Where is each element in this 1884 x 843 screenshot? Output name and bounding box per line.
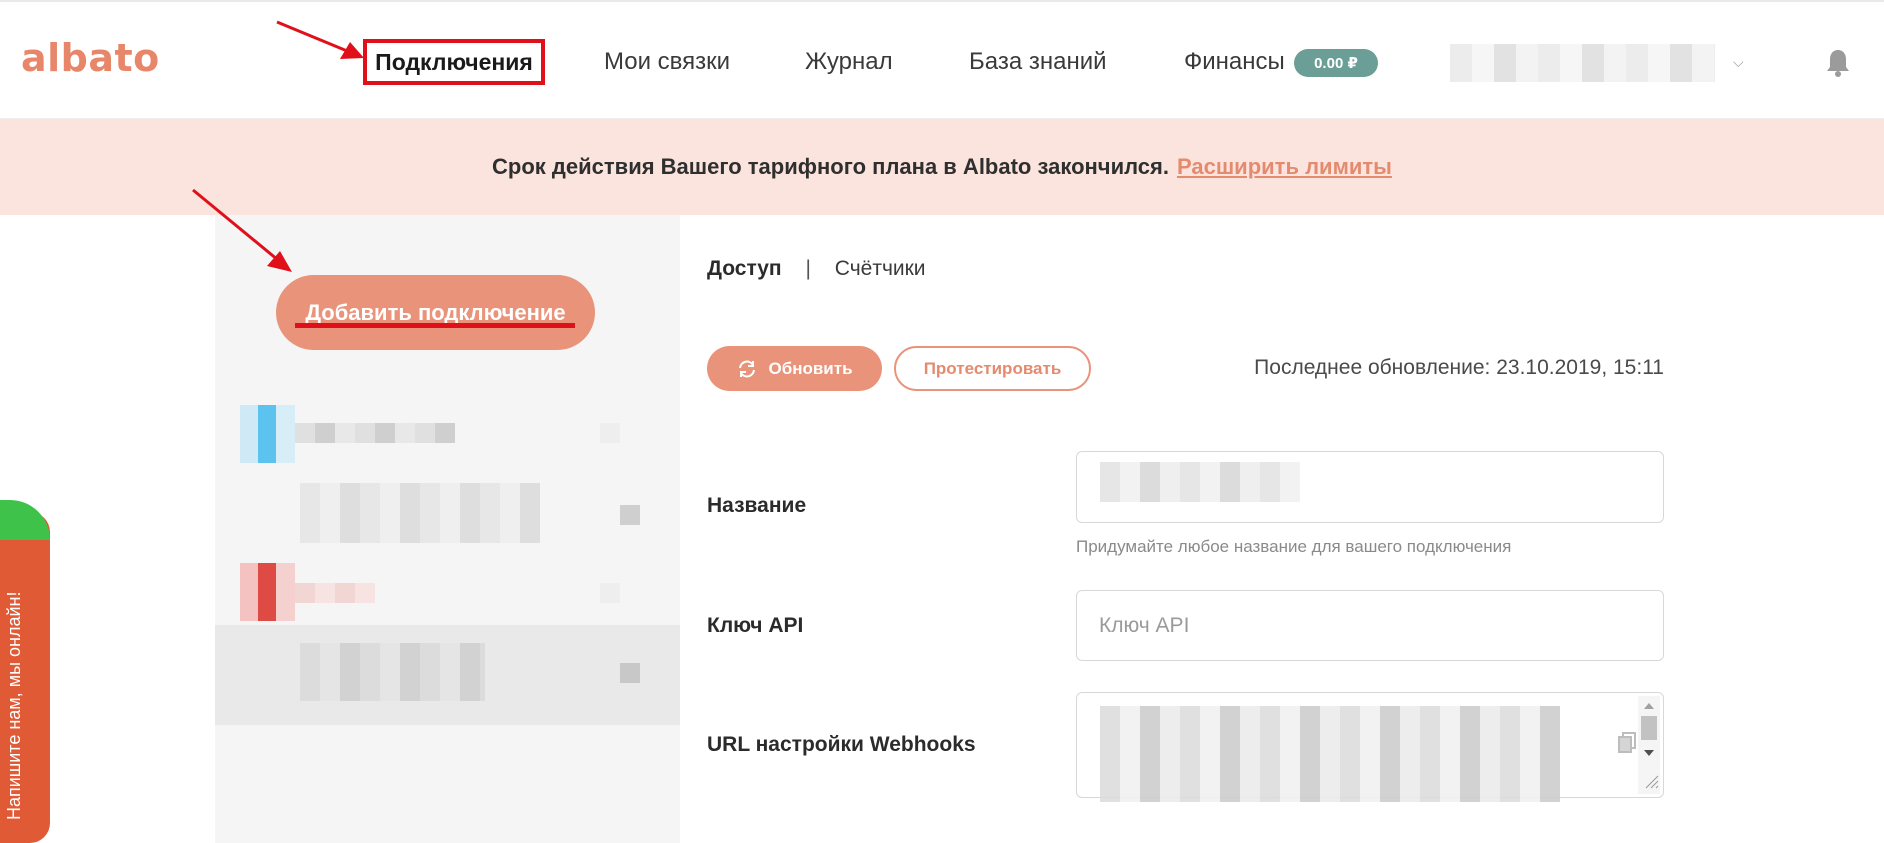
- nav-connections-label: Подключения: [375, 48, 533, 75]
- last-update-text: Последнее обновление: 23.10.2019, 15:11: [1254, 356, 1664, 379]
- connections-sidebar: Добавить подключение: [215, 215, 680, 843]
- user-account-blurred[interactable]: [1450, 44, 1715, 82]
- banner-text: Срок действия Вашего тарифного плана в A…: [492, 154, 1169, 179]
- nav-connections[interactable]: Подключения: [363, 39, 545, 85]
- name-hint: Придумайте любое название для вашего под…: [1076, 537, 1512, 556]
- test-button[interactable]: Протестировать: [894, 346, 1091, 391]
- test-label: Протестировать: [923, 358, 1062, 378]
- top-header: albato Подключения Мои связки Журнал Баз…: [0, 0, 1884, 119]
- refresh-label: Обновить: [768, 358, 853, 378]
- nav-finances[interactable]: Финансы: [1184, 48, 1285, 76]
- tab-access[interactable]: Доступ: [707, 257, 782, 280]
- connection-toggle-blurred[interactable]: [620, 663, 640, 683]
- webhooks-url-blurred: [1100, 706, 1560, 802]
- connection-icon-blurred: [240, 563, 295, 621]
- tab-separator: |: [805, 257, 811, 280]
- balance-badge[interactable]: 0.00 ₽: [1294, 49, 1378, 77]
- add-connection-button[interactable]: Добавить подключение: [276, 275, 595, 350]
- online-indicator: [0, 500, 50, 540]
- connection-name-blurred[interactable]: [295, 583, 375, 603]
- albato-logo[interactable]: albato: [21, 36, 160, 80]
- chevron-down-icon[interactable]: ⌵: [1733, 54, 1744, 71]
- chat-widget-label[interactable]: Напишите нам, мы онлайн!: [4, 592, 25, 820]
- nav-my-links[interactable]: Мои связки: [604, 48, 730, 76]
- nav-journal[interactable]: Журнал: [805, 48, 893, 76]
- plan-expired-banner: Срок действия Вашего тарифного плана в A…: [0, 119, 1884, 215]
- connection-name-blurred[interactable]: [295, 423, 455, 443]
- copy-icon[interactable]: [1618, 732, 1636, 754]
- connection-tabs: Доступ | Счётчики: [707, 257, 926, 281]
- add-connection-label: Добавить подключение: [305, 299, 566, 325]
- api-key-input[interactable]: [1076, 590, 1664, 661]
- connection-icon-blurred: [240, 405, 295, 463]
- connection-detail-blurred: [300, 483, 540, 543]
- textarea-scrollbar[interactable]: [1638, 696, 1660, 794]
- nav-knowledge-base[interactable]: База знаний: [969, 48, 1107, 76]
- tab-counters[interactable]: Счётчики: [835, 257, 926, 280]
- bell-icon[interactable]: [1825, 48, 1851, 78]
- name-value-blurred: [1100, 462, 1300, 502]
- connection-actions-blurred[interactable]: [600, 423, 645, 443]
- webhooks-url-label: URL настройки Webhooks: [707, 733, 976, 756]
- connection-toggle-blurred[interactable]: [620, 505, 640, 525]
- extend-limits-link[interactable]: Расширить лимиты: [1177, 154, 1392, 180]
- refresh-button[interactable]: Обновить: [707, 346, 882, 391]
- name-label: Название: [707, 494, 807, 517]
- connection-actions-blurred[interactable]: [600, 583, 645, 603]
- connection-detail-blurred: [300, 643, 485, 701]
- annotation-underline: [295, 323, 575, 328]
- api-key-label: Ключ API: [707, 614, 804, 637]
- refresh-icon: [739, 360, 756, 377]
